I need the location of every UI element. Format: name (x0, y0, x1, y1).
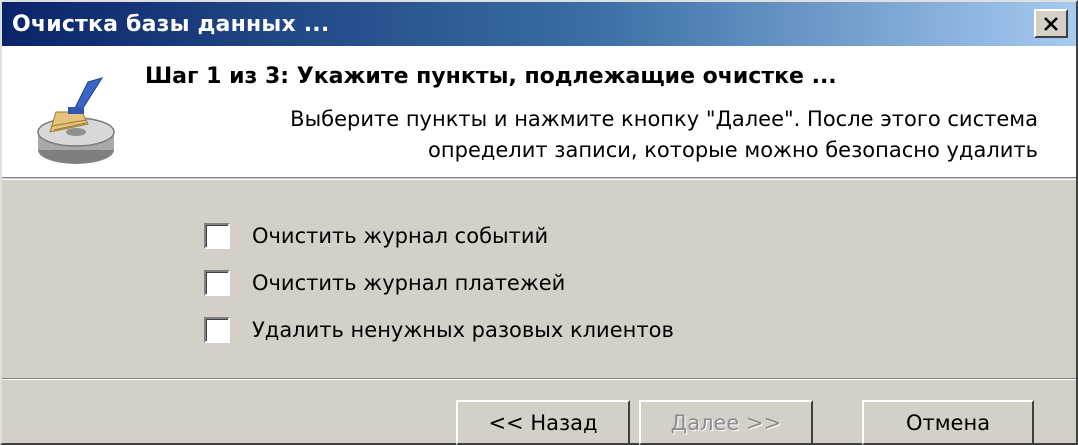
back-button[interactable]: << Назад (456, 400, 630, 445)
cancel-button[interactable]: Отмена (862, 400, 1034, 445)
checkbox[interactable] (204, 316, 230, 343)
description-line-1: Выберите пункты и нажмите кнопку "Далее"… (290, 107, 1038, 131)
checkbox[interactable] (204, 269, 230, 296)
next-button[interactable]: Далее >> (639, 400, 813, 445)
description-line-2: определит записи, которые можно безопасн… (428, 138, 1038, 162)
checkbox[interactable] (204, 222, 230, 249)
window-title: Очистка базы данных ... (12, 11, 330, 37)
option-label: Удалить ненужных разовых клиентов (252, 317, 674, 342)
close-icon (1044, 16, 1058, 31)
option-delete-one-time-clients[interactable]: Удалить ненужных разовых клиентов (204, 306, 674, 353)
step-title: Шаг 1 из 3: Укажите пункты, подлежащие о… (145, 64, 837, 89)
header-divider (2, 179, 1076, 180)
option-label: Очистить журнал платежей (252, 270, 566, 295)
options-list: Очистить журнал событий Очистить журнал … (204, 212, 674, 353)
title-bar[interactable]: Очистка базы данных ... (2, 2, 1076, 46)
option-clear-events-log[interactable]: Очистить журнал событий (204, 212, 674, 259)
step-description: Выберите пункты и нажмите кнопку "Далее"… (138, 104, 1038, 166)
bottom-divider (2, 378, 1076, 380)
wizard-header: Шаг 1 из 3: Укажите пункты, подлежащие о… (2, 46, 1076, 178)
option-clear-payments-log[interactable]: Очистить журнал платежей (204, 259, 674, 306)
close-button[interactable] (1034, 9, 1068, 38)
wizard-window: Очистка базы данных ... Шаг 1 из 3: Укаж… (0, 0, 1078, 445)
option-label: Очистить журнал событий (252, 223, 549, 248)
broom-disk-icon (37, 77, 115, 164)
